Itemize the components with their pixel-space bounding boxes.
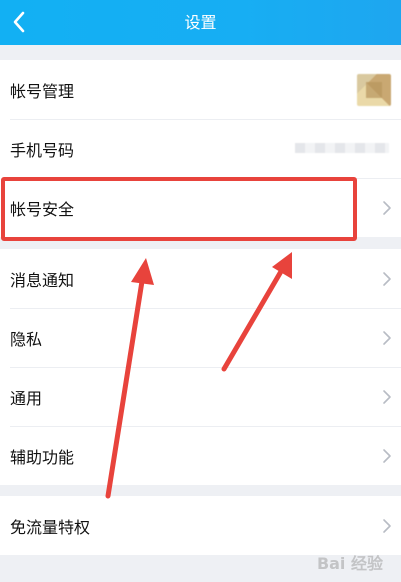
chevron-right-icon bbox=[383, 271, 391, 286]
settings-row-account-security[interactable]: 帐号安全 bbox=[0, 178, 401, 237]
settings-row-phone-number[interactable]: 手机号码 bbox=[0, 119, 401, 178]
account-settings-group: 帐号管理 手机号码 帐号安全 bbox=[0, 60, 401, 237]
chevron-right-icon bbox=[383, 448, 391, 463]
settings-row-label: 帐号安全 bbox=[10, 199, 75, 219]
chevron-right-icon bbox=[383, 389, 391, 404]
chevron-right-icon bbox=[383, 200, 391, 215]
page-title: 设置 bbox=[184, 13, 217, 32]
phone-number-value-blurred bbox=[295, 143, 389, 153]
settings-row-accessibility[interactable]: 辅助功能 bbox=[0, 426, 401, 485]
settings-row-label: 辅助功能 bbox=[10, 447, 75, 467]
settings-row-label: 隐私 bbox=[10, 329, 43, 349]
settings-row-label: 手机号码 bbox=[10, 140, 75, 160]
settings-row-label: 免流量特权 bbox=[10, 517, 91, 537]
settings-row-free-data-privilege[interactable]: 免流量特权 bbox=[0, 496, 401, 555]
settings-row-label: 通用 bbox=[10, 388, 43, 408]
settings-row-general[interactable]: 通用 bbox=[0, 367, 401, 426]
settings-row-label: 消息通知 bbox=[10, 270, 75, 290]
privilege-settings-group: 免流量特权 bbox=[0, 496, 401, 555]
general-settings-group: 消息通知 隐私 通用 辅助功能 bbox=[0, 249, 401, 485]
chevron-right-icon bbox=[383, 518, 391, 533]
watermark: Bai 经验 bbox=[316, 554, 383, 573]
avatar bbox=[357, 74, 391, 106]
top-bar: 设置 bbox=[0, 0, 401, 45]
settings-row-privacy[interactable]: 隐私 bbox=[0, 308, 401, 367]
settings-row-label: 帐号管理 bbox=[10, 81, 75, 101]
settings-row-account-management[interactable]: 帐号管理 bbox=[0, 60, 401, 119]
settings-row-notifications[interactable]: 消息通知 bbox=[0, 249, 401, 308]
chevron-right-icon bbox=[383, 330, 391, 345]
